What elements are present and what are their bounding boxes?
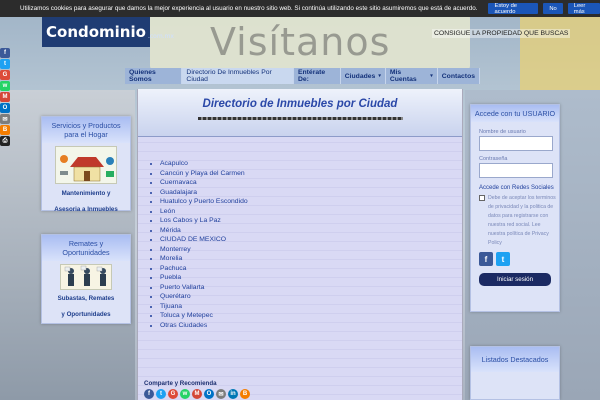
- cookie-more-button[interactable]: Leer más: [567, 3, 600, 15]
- blogger-icon[interactable]: B: [0, 125, 10, 135]
- twitter-icon[interactable]: t: [156, 389, 166, 399]
- privacy-note: Debe de aceptar los terminos de privacid…: [488, 195, 556, 246]
- privacy-consent: Debe de aceptar los terminos de privacid…: [479, 194, 559, 248]
- email-icon[interactable]: ✉: [0, 114, 10, 124]
- remates-link-1[interactable]: Subastas, Remates: [42, 293, 130, 304]
- outlook-icon[interactable]: O: [204, 389, 214, 399]
- outlook-icon[interactable]: O: [0, 103, 10, 113]
- password-input[interactable]: [479, 163, 553, 178]
- privacy-checkbox[interactable]: [479, 195, 485, 201]
- cookie-accept-button[interactable]: Estoy de acuerdo: [488, 3, 539, 15]
- list-item[interactable]: Pachuca: [160, 264, 462, 274]
- username-placeholder: Nombre de usuario: [479, 129, 526, 135]
- propiedad-link[interactable]: CONSIGUE LA PROPIEDAD QUE BUSCAS: [432, 29, 571, 38]
- remates-widget: Remates y Oportunidades Subastas, Remate…: [41, 234, 131, 324]
- twitter-icon[interactable]: t: [0, 59, 10, 69]
- whatsapp-icon[interactable]: w: [180, 389, 190, 399]
- list-item[interactable]: Los Cabos y La Paz: [160, 216, 462, 226]
- list-item[interactable]: Puerto Vallarta: [160, 283, 462, 293]
- linkedin-icon[interactable]: in: [228, 389, 238, 399]
- main-nav: Quienes Somos Directorio De Inmuebles Po…: [125, 68, 480, 84]
- list-item[interactable]: Mérida: [160, 226, 462, 236]
- login-button[interactable]: Iniciar sesión: [479, 273, 551, 286]
- house-services-image[interactable]: [55, 146, 117, 184]
- list-item[interactable]: Cuernavaca: [160, 178, 462, 188]
- title-divider: [197, 117, 403, 120]
- list-item[interactable]: Querétaro: [160, 292, 462, 302]
- remates-image[interactable]: [60, 264, 112, 290]
- login-title: Accede con tu USUARIO: [471, 105, 559, 122]
- googleplus-icon[interactable]: G: [0, 70, 10, 80]
- city-list: AcapulcoCancún y Playa del CarmenCuernav…: [160, 159, 462, 330]
- remates-widget-title: Remates y Oportunidades: [42, 235, 130, 261]
- background-sign: [520, 14, 600, 94]
- gmail-icon[interactable]: M: [192, 389, 202, 399]
- listados-title: Listados Destacados: [471, 347, 559, 372]
- chevron-down-icon: ▾: [378, 73, 381, 79]
- servicios-link-2[interactable]: Asesoria a Inmuebles: [42, 204, 130, 215]
- content-header: Directorio de Inmuebles por Ciudad: [138, 89, 462, 137]
- list-item[interactable]: Toluca y Metepec: [160, 311, 462, 321]
- password-placeholder: Contraseña: [479, 156, 508, 162]
- list-item[interactable]: Huatulco y Puerto Escondido: [160, 197, 462, 207]
- email-icon[interactable]: ✉: [216, 389, 226, 399]
- remates-link-2[interactable]: y Oportunidades: [42, 309, 130, 320]
- username-input[interactable]: [479, 136, 553, 151]
- googleplus-icon[interactable]: G: [168, 389, 178, 399]
- nav-item-quienes-somos[interactable]: Quienes Somos: [125, 68, 183, 84]
- list-item[interactable]: CIUDAD DE MEXICO: [160, 235, 462, 245]
- share-label: Comparte y Recomienda: [144, 380, 217, 387]
- cookie-reject-button[interactable]: No: [543, 3, 563, 14]
- cookie-bar: Utilizamos cookies para asegurar que dam…: [0, 0, 600, 17]
- print-icon[interactable]: ⎙: [0, 136, 10, 146]
- blogger-icon[interactable]: B: [240, 389, 250, 399]
- facebook-icon[interactable]: f: [144, 389, 154, 399]
- facebook-icon[interactable]: f: [0, 48, 10, 58]
- chevron-down-icon: ▾: [430, 73, 433, 79]
- social-share-sidebar: f t Gw M O ✉ B ⎙: [0, 48, 10, 147]
- list-item[interactable]: Puebla: [160, 273, 462, 283]
- nav-item-mis-cuentas[interactable]: Mis Cuentas ▾: [386, 68, 438, 84]
- list-item[interactable]: Otras Ciudades: [160, 321, 462, 331]
- logo-subtext: .com.mx: [147, 32, 174, 40]
- listados-widget: Listados Destacados: [470, 346, 560, 400]
- nav-item-enterate[interactable]: Entérate De:: [294, 68, 341, 84]
- login-widget: Accede con tu USUARIO Nombre de usuario …: [470, 104, 560, 312]
- share-icons-row: f t Gw M O ✉ in B: [144, 389, 252, 399]
- list-item[interactable]: Acapulco: [160, 159, 462, 169]
- logo-text: Condominio: [46, 23, 146, 41]
- list-item[interactable]: Monterrey: [160, 245, 462, 255]
- whatsapp-icon[interactable]: w: [0, 81, 10, 91]
- social-login-buttons: f t: [479, 252, 559, 267]
- list-item[interactable]: Tijuana: [160, 302, 462, 312]
- nav-item-directorio[interactable]: Directorio De Inmuebles Por Ciudad: [182, 68, 294, 84]
- background-visit-text: Visítanos: [210, 20, 391, 64]
- list-item[interactable]: Morelia: [160, 254, 462, 264]
- main-content: Directorio de Inmuebles por Ciudad Acapu…: [137, 89, 463, 400]
- twitter-icon[interactable]: t: [496, 252, 510, 266]
- servicios-link-1[interactable]: Mantenimiento y: [42, 188, 130, 199]
- social-login-label: Accede con Redes Sociales: [479, 185, 554, 191]
- page-title: Directorio de Inmuebles por Ciudad: [202, 98, 398, 110]
- gmail-icon[interactable]: M: [0, 92, 10, 102]
- facebook-icon[interactable]: f: [479, 252, 493, 266]
- cookie-text: Utilizamos cookies para asegurar que dam…: [20, 5, 478, 12]
- nav-item-ciudades[interactable]: Ciudades ▾: [341, 68, 386, 84]
- nav-item-contactos[interactable]: Contactos: [438, 68, 480, 84]
- servicios-widget-title: Servicios y Productos para el Hogar: [42, 117, 130, 143]
- list-item[interactable]: León: [160, 207, 462, 217]
- site-logo[interactable]: Condominio .com.mx: [42, 17, 174, 47]
- servicios-widget: Servicios y Productos para el Hogar Mant…: [41, 116, 131, 213]
- list-item[interactable]: Cancún y Playa del Carmen: [160, 169, 462, 179]
- list-item[interactable]: Guadalajara: [160, 188, 462, 198]
